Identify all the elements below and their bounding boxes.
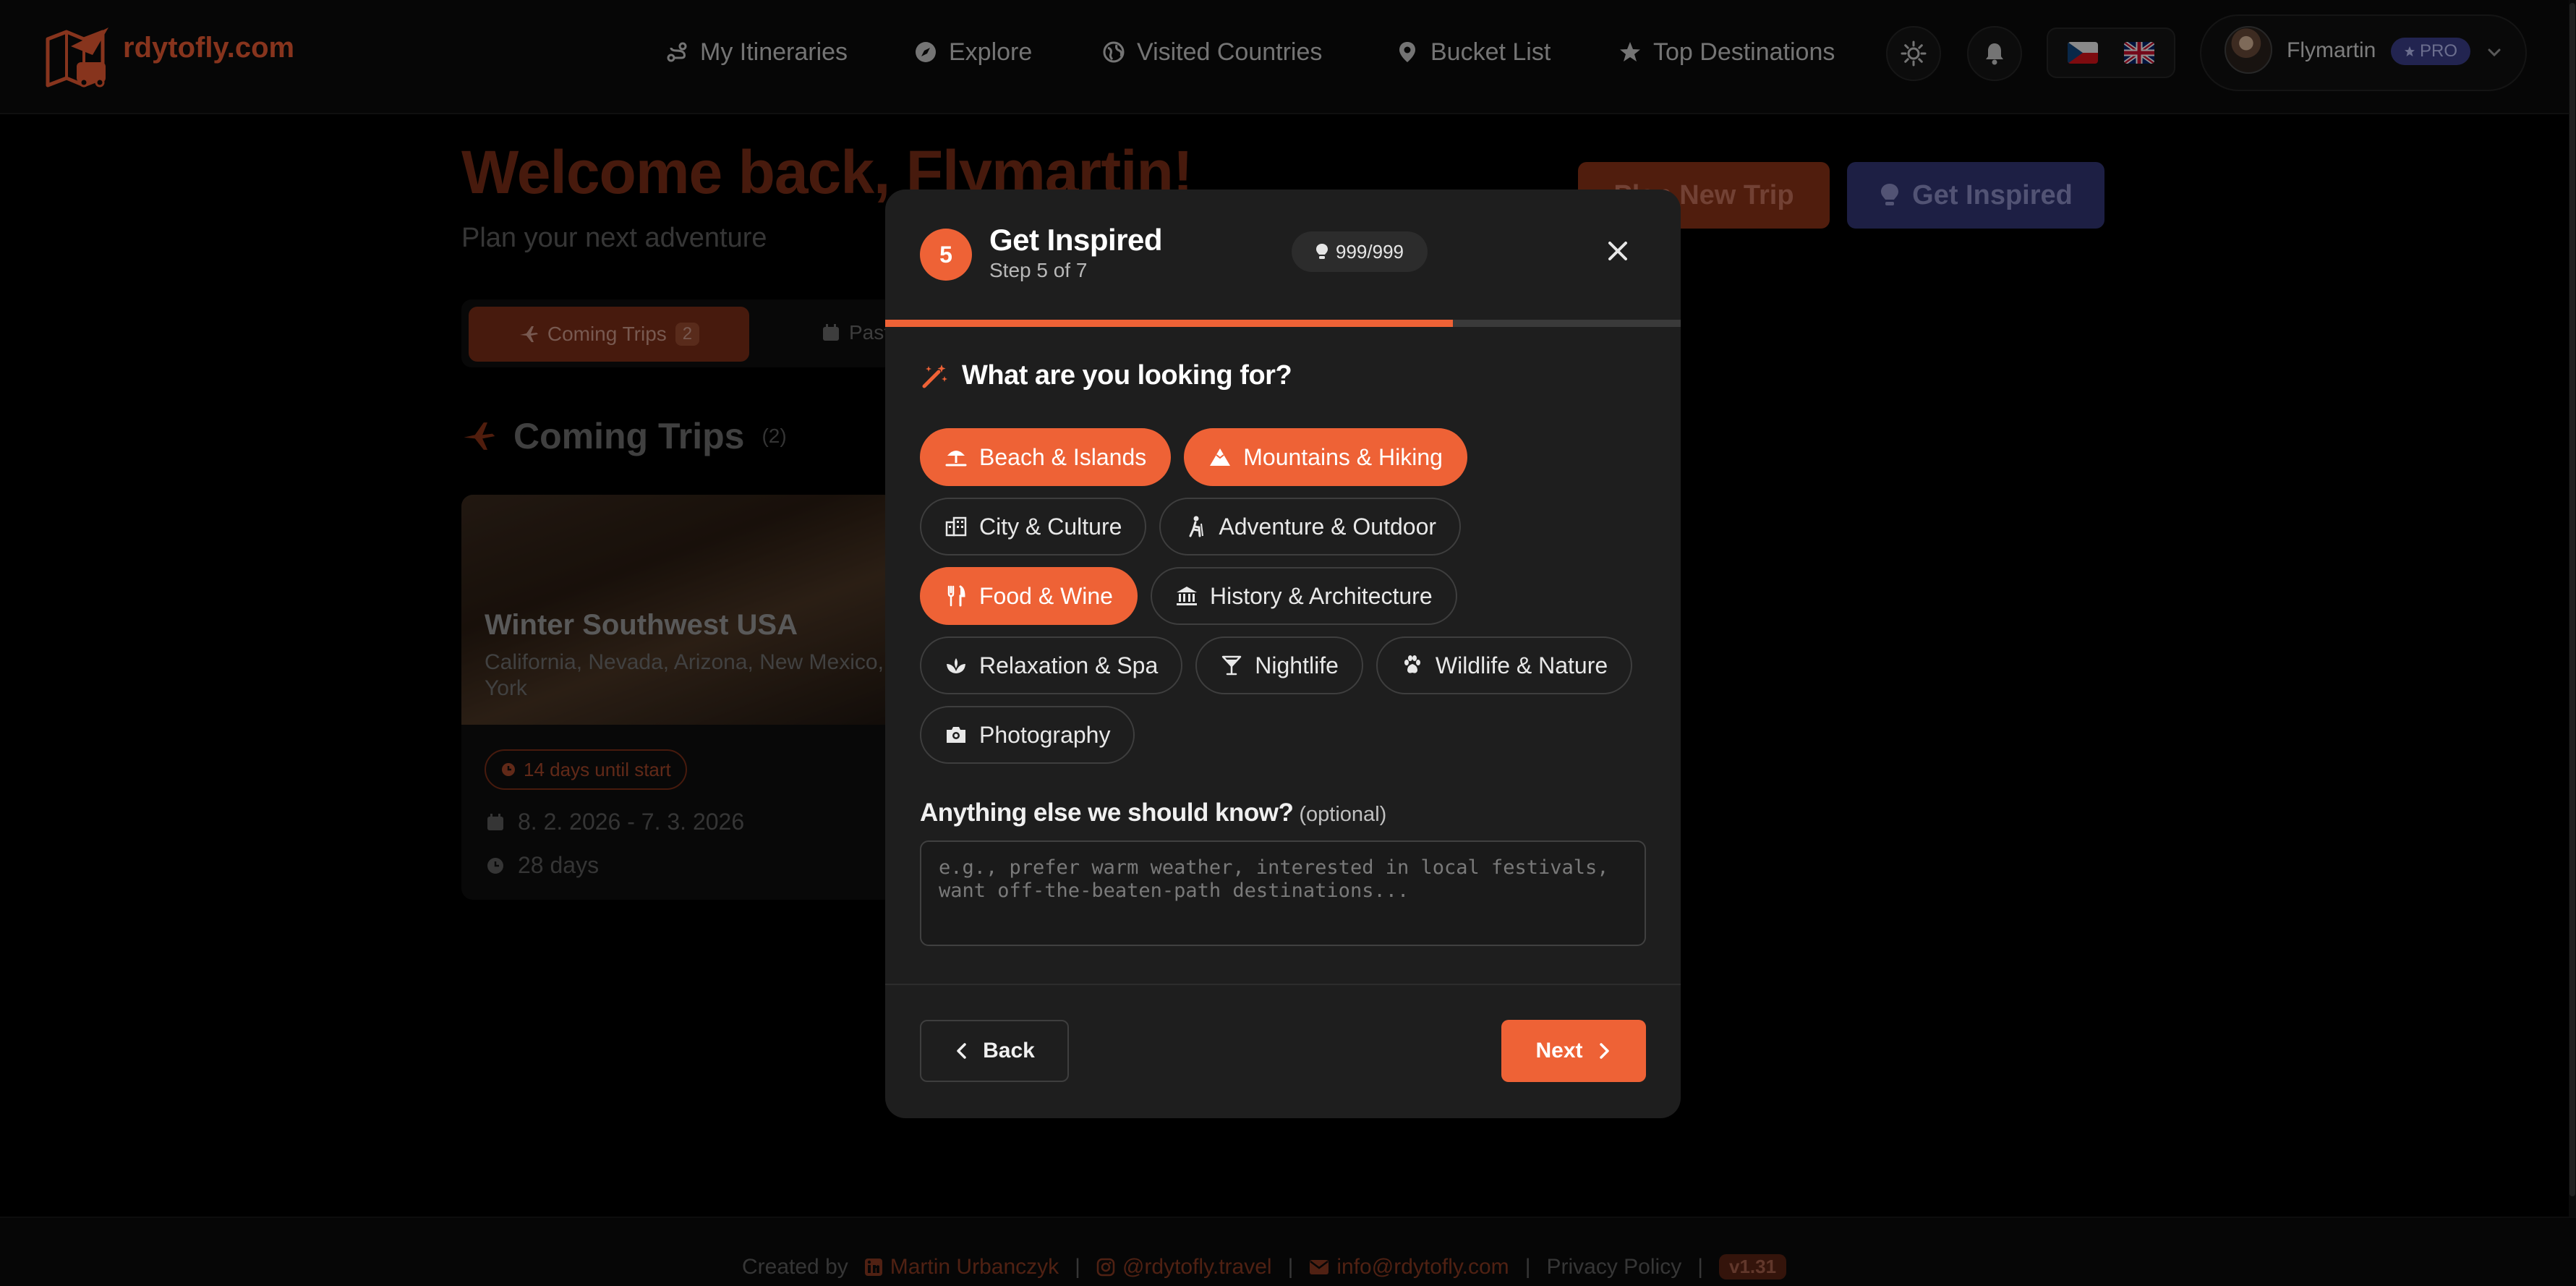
quota-text: 999/999 xyxy=(1336,240,1404,263)
close-icon xyxy=(1608,242,1627,260)
next-button[interactable]: Next xyxy=(1501,1020,1646,1082)
magic-wand-icon xyxy=(922,364,947,388)
chip-label: Food & Wine xyxy=(979,582,1113,609)
mountain-icon xyxy=(1210,448,1231,466)
chip-label: Adventure & Outdoor xyxy=(1219,513,1437,540)
question-heading: What are you looking for? xyxy=(920,360,1292,391)
chip-adventure-outdoor[interactable]: Adventure & Outdoor xyxy=(1159,498,1462,555)
chip-label: Nightlife xyxy=(1255,652,1339,678)
chip-nightlife[interactable]: Nightlife xyxy=(1195,636,1363,694)
city-icon xyxy=(945,516,967,537)
chevron-left-icon xyxy=(957,1043,966,1059)
chip-label: Wildlife & Nature xyxy=(1435,652,1608,678)
inspiration-quota-badge: 999/999 xyxy=(1292,231,1428,272)
umbrella-beach-icon xyxy=(945,451,967,467)
close-button[interactable] xyxy=(1600,233,1636,269)
chip-food-wine[interactable]: Food & Wine xyxy=(920,567,1138,625)
next-label: Next xyxy=(1535,1039,1583,1063)
chip-label: City & Culture xyxy=(979,513,1122,540)
spa-icon xyxy=(947,658,965,673)
chip-label: Beach & Islands xyxy=(979,443,1147,470)
chip-label: Photography xyxy=(979,721,1111,748)
hiker-icon xyxy=(1189,516,1204,537)
question-text: What are you looking for? xyxy=(962,360,1292,391)
chip-city-culture[interactable]: City & Culture xyxy=(920,498,1147,555)
chevron-right-icon xyxy=(1599,1043,1609,1059)
chip-mountains-hiking[interactable]: Mountains & Hiking xyxy=(1184,428,1467,486)
back-label: Back xyxy=(983,1039,1035,1063)
step-progress-bar xyxy=(885,320,1681,327)
utensils-icon xyxy=(947,585,965,607)
notes-label: Anything else we should know? (optional) xyxy=(920,799,1386,827)
chip-relaxation-spa[interactable]: Relaxation & Spa xyxy=(920,636,1183,694)
chip-label: Relaxation & Spa xyxy=(979,652,1159,678)
chip-history-architecture[interactable]: History & Architecture xyxy=(1150,567,1457,625)
paw-icon xyxy=(1404,655,1420,673)
chip-photography[interactable]: Photography xyxy=(920,706,1135,764)
get-inspired-modal: 5 Get Inspired Step 5 of 7 999/999 What … xyxy=(885,190,1681,1118)
footer-divider xyxy=(885,984,1681,985)
modal-step-indicator: Step 5 of 7 xyxy=(989,259,1088,281)
notes-label-text: Anything else we should know? xyxy=(920,799,1294,827)
chip-label: Mountains & Hiking xyxy=(1243,443,1443,470)
chip-wildlife-nature[interactable]: Wildlife & Nature xyxy=(1376,636,1633,694)
notes-textarea[interactable] xyxy=(920,840,1646,946)
back-button[interactable]: Back xyxy=(920,1020,1069,1082)
step-progress-fill xyxy=(885,320,1454,327)
lightbulb-icon xyxy=(1316,244,1328,259)
modal-title: Get Inspired xyxy=(989,223,1163,257)
chip-label: History & Architecture xyxy=(1209,582,1433,609)
category-chips: Beach & Islands Mountains & Hiking City … xyxy=(920,428,1650,775)
camera-icon xyxy=(947,727,965,743)
step-number-badge: 5 xyxy=(920,229,972,281)
notes-optional-text: (optional) xyxy=(1299,803,1387,826)
chip-beach-islands[interactable]: Beach & Islands xyxy=(920,428,1172,486)
landmark-icon xyxy=(1176,587,1197,605)
cocktail-icon xyxy=(1222,655,1242,676)
